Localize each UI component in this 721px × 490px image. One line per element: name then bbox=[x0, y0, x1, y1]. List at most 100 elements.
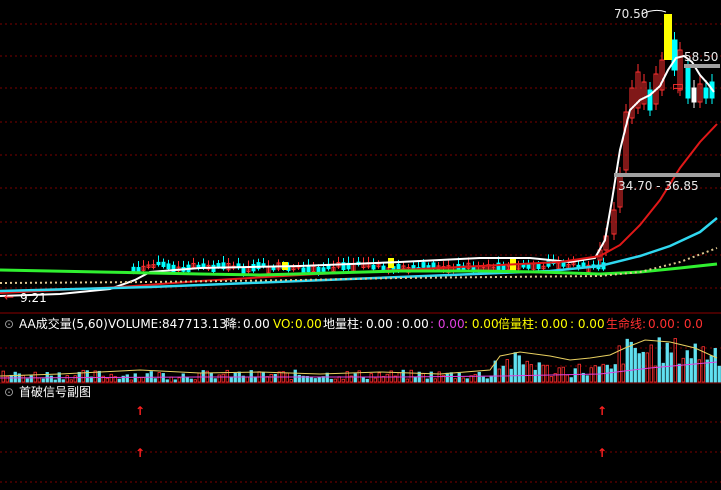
diliang-sep: : bbox=[396, 317, 400, 331]
volume-bar bbox=[717, 365, 721, 383]
volume-bar bbox=[49, 375, 53, 383]
volume-bar bbox=[457, 372, 461, 383]
ma-red-line bbox=[0, 123, 718, 294]
volume-bar bbox=[169, 376, 173, 383]
volume-bar bbox=[221, 373, 225, 383]
volume-bar bbox=[45, 372, 49, 383]
signal-arrow-icon: ↑ bbox=[135, 446, 145, 460]
volume-bar bbox=[269, 374, 273, 383]
candle-body bbox=[171, 264, 176, 273]
volume-bar bbox=[545, 364, 549, 383]
range-bar bbox=[614, 173, 720, 177]
volume-bar bbox=[661, 362, 665, 383]
stock-chart-canvas[interactable]: 70.50 58.50 34.70 - 36.85 中 ← 9.21 ⊙ AA成… bbox=[0, 0, 721, 490]
diliang-v2: 0.00 bbox=[402, 317, 429, 331]
volume-bar bbox=[81, 369, 85, 383]
volume-ma-magenta bbox=[0, 361, 718, 379]
volume-bar bbox=[409, 369, 413, 383]
volume-bar bbox=[213, 378, 217, 383]
volume-bar bbox=[713, 348, 717, 383]
volume-bar bbox=[665, 342, 669, 383]
volume-bars bbox=[1, 337, 721, 383]
volume-label: VOLUME: bbox=[108, 317, 162, 331]
volume-bar bbox=[293, 369, 297, 383]
volume-bar bbox=[513, 352, 517, 383]
candle-body bbox=[301, 267, 306, 273]
volume-panel-header: ⊙ AA成交量(5,60) VOLUME: 847713.13 降: 0.00 … bbox=[4, 316, 703, 331]
volume-value: 847713.13 bbox=[162, 317, 227, 331]
high-level-bar bbox=[664, 14, 672, 60]
volume-bar bbox=[185, 377, 189, 383]
signal-arrow-icon: ↑ bbox=[597, 446, 607, 460]
diliang-label: 地量柱: bbox=[323, 316, 363, 331]
signal-panel-header: ⊙ 首破信号副图 bbox=[4, 384, 91, 399]
volume-bar bbox=[641, 351, 645, 383]
volume-bar bbox=[529, 364, 533, 383]
volume-bar bbox=[449, 372, 453, 383]
volume-bar bbox=[141, 377, 145, 383]
volume-bar bbox=[285, 372, 289, 383]
volume-bar bbox=[329, 378, 333, 383]
volume-bar bbox=[337, 376, 341, 383]
volume-bar bbox=[525, 360, 529, 383]
candle-body bbox=[561, 262, 566, 267]
volume-bar bbox=[125, 374, 129, 383]
volume-bar bbox=[485, 378, 489, 383]
volume-bar bbox=[137, 377, 141, 383]
shengming-v2: : 0.0 bbox=[676, 317, 703, 331]
volume-bar bbox=[105, 377, 109, 383]
volume-bar bbox=[629, 341, 633, 383]
volume-bar bbox=[9, 374, 13, 383]
volume-bar bbox=[445, 372, 449, 383]
volume-bar bbox=[613, 364, 617, 383]
volume-bar bbox=[189, 378, 193, 383]
collapse-icon[interactable]: ⊙ bbox=[4, 317, 14, 331]
volume-bar bbox=[313, 378, 317, 383]
volume-bar bbox=[117, 378, 121, 383]
volume-bar bbox=[273, 373, 277, 383]
volume-bar bbox=[41, 378, 45, 383]
volume-bar bbox=[413, 376, 417, 383]
volume-bar bbox=[317, 376, 321, 383]
volume-bar bbox=[201, 370, 205, 383]
volume-bar bbox=[521, 364, 525, 383]
volume-bar bbox=[145, 373, 149, 383]
volume-bar bbox=[133, 373, 137, 383]
volume-bar bbox=[309, 377, 313, 383]
diliang-v1: 0.00 bbox=[366, 317, 393, 331]
volume-bar bbox=[233, 372, 237, 383]
volume-bar bbox=[693, 343, 697, 383]
price-low-label: 9.21 bbox=[20, 291, 47, 305]
volume-bar bbox=[573, 368, 577, 383]
candle-body bbox=[216, 263, 221, 268]
vo-label: VO: bbox=[273, 317, 294, 331]
volume-bar bbox=[69, 379, 73, 383]
volume-bar bbox=[369, 373, 373, 383]
volume-bar bbox=[537, 362, 541, 383]
volume-bar bbox=[165, 379, 169, 383]
volume-bar bbox=[61, 379, 65, 383]
volume-bar bbox=[549, 376, 553, 383]
volume-bar bbox=[677, 363, 681, 383]
volume-bar bbox=[153, 378, 157, 383]
volume-bar bbox=[29, 375, 33, 383]
shengming-v1: 0.00 bbox=[648, 317, 675, 331]
volume-bar bbox=[533, 369, 537, 383]
low-marker-icon: ← bbox=[4, 290, 14, 304]
volume-bar bbox=[589, 367, 593, 383]
candle-body bbox=[321, 267, 326, 272]
signal-collapse-icon[interactable]: ⊙ bbox=[4, 385, 14, 399]
ma-white-line bbox=[0, 54, 715, 297]
volume-bar bbox=[517, 355, 521, 383]
volume-bar bbox=[173, 379, 177, 383]
beiliang-v2: : 0.00 bbox=[570, 317, 605, 331]
volume-title: AA成交量(5,60) bbox=[19, 316, 108, 331]
jiang-value: 0.00 bbox=[243, 317, 270, 331]
volume-bar bbox=[129, 379, 133, 383]
volume-bar bbox=[193, 379, 197, 383]
volume-bar bbox=[253, 376, 257, 383]
volume-bar bbox=[25, 378, 29, 383]
price-candles[interactable] bbox=[131, 32, 715, 277]
price-level-label: 58.50 bbox=[684, 50, 718, 64]
volume-bar bbox=[461, 377, 465, 383]
